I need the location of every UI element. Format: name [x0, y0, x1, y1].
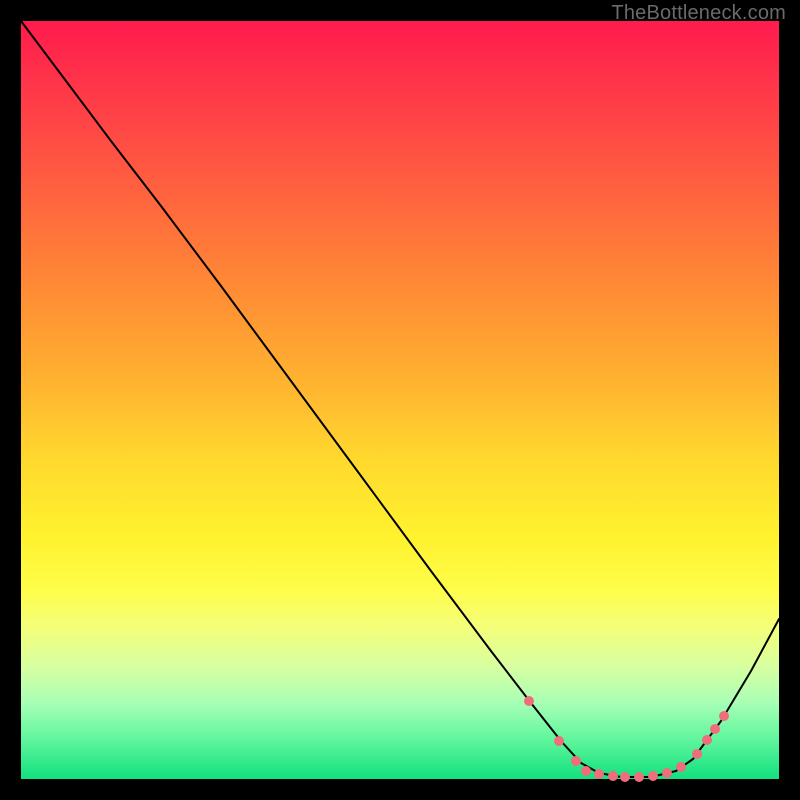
highlight-dot [608, 771, 618, 781]
highlight-dot [524, 696, 534, 706]
highlight-dot [634, 772, 644, 782]
highlight-dots-group [524, 696, 729, 782]
highlight-dot [620, 772, 630, 782]
highlight-dot [710, 724, 720, 734]
highlight-dot [581, 766, 591, 776]
highlight-dot [692, 749, 702, 759]
highlight-dot [554, 736, 564, 746]
chart-frame: TheBottleneck.com [0, 0, 800, 800]
chart-overlay-svg [21, 21, 779, 779]
highlight-dot [571, 756, 581, 766]
bottleneck-curve [21, 21, 779, 777]
highlight-dot [676, 762, 686, 772]
highlight-dot [702, 735, 712, 745]
highlight-dot [594, 769, 604, 779]
highlight-dot [719, 711, 729, 721]
highlight-dot [648, 771, 658, 781]
watermark-text: TheBottleneck.com [611, 2, 786, 25]
highlight-dot [662, 768, 672, 778]
